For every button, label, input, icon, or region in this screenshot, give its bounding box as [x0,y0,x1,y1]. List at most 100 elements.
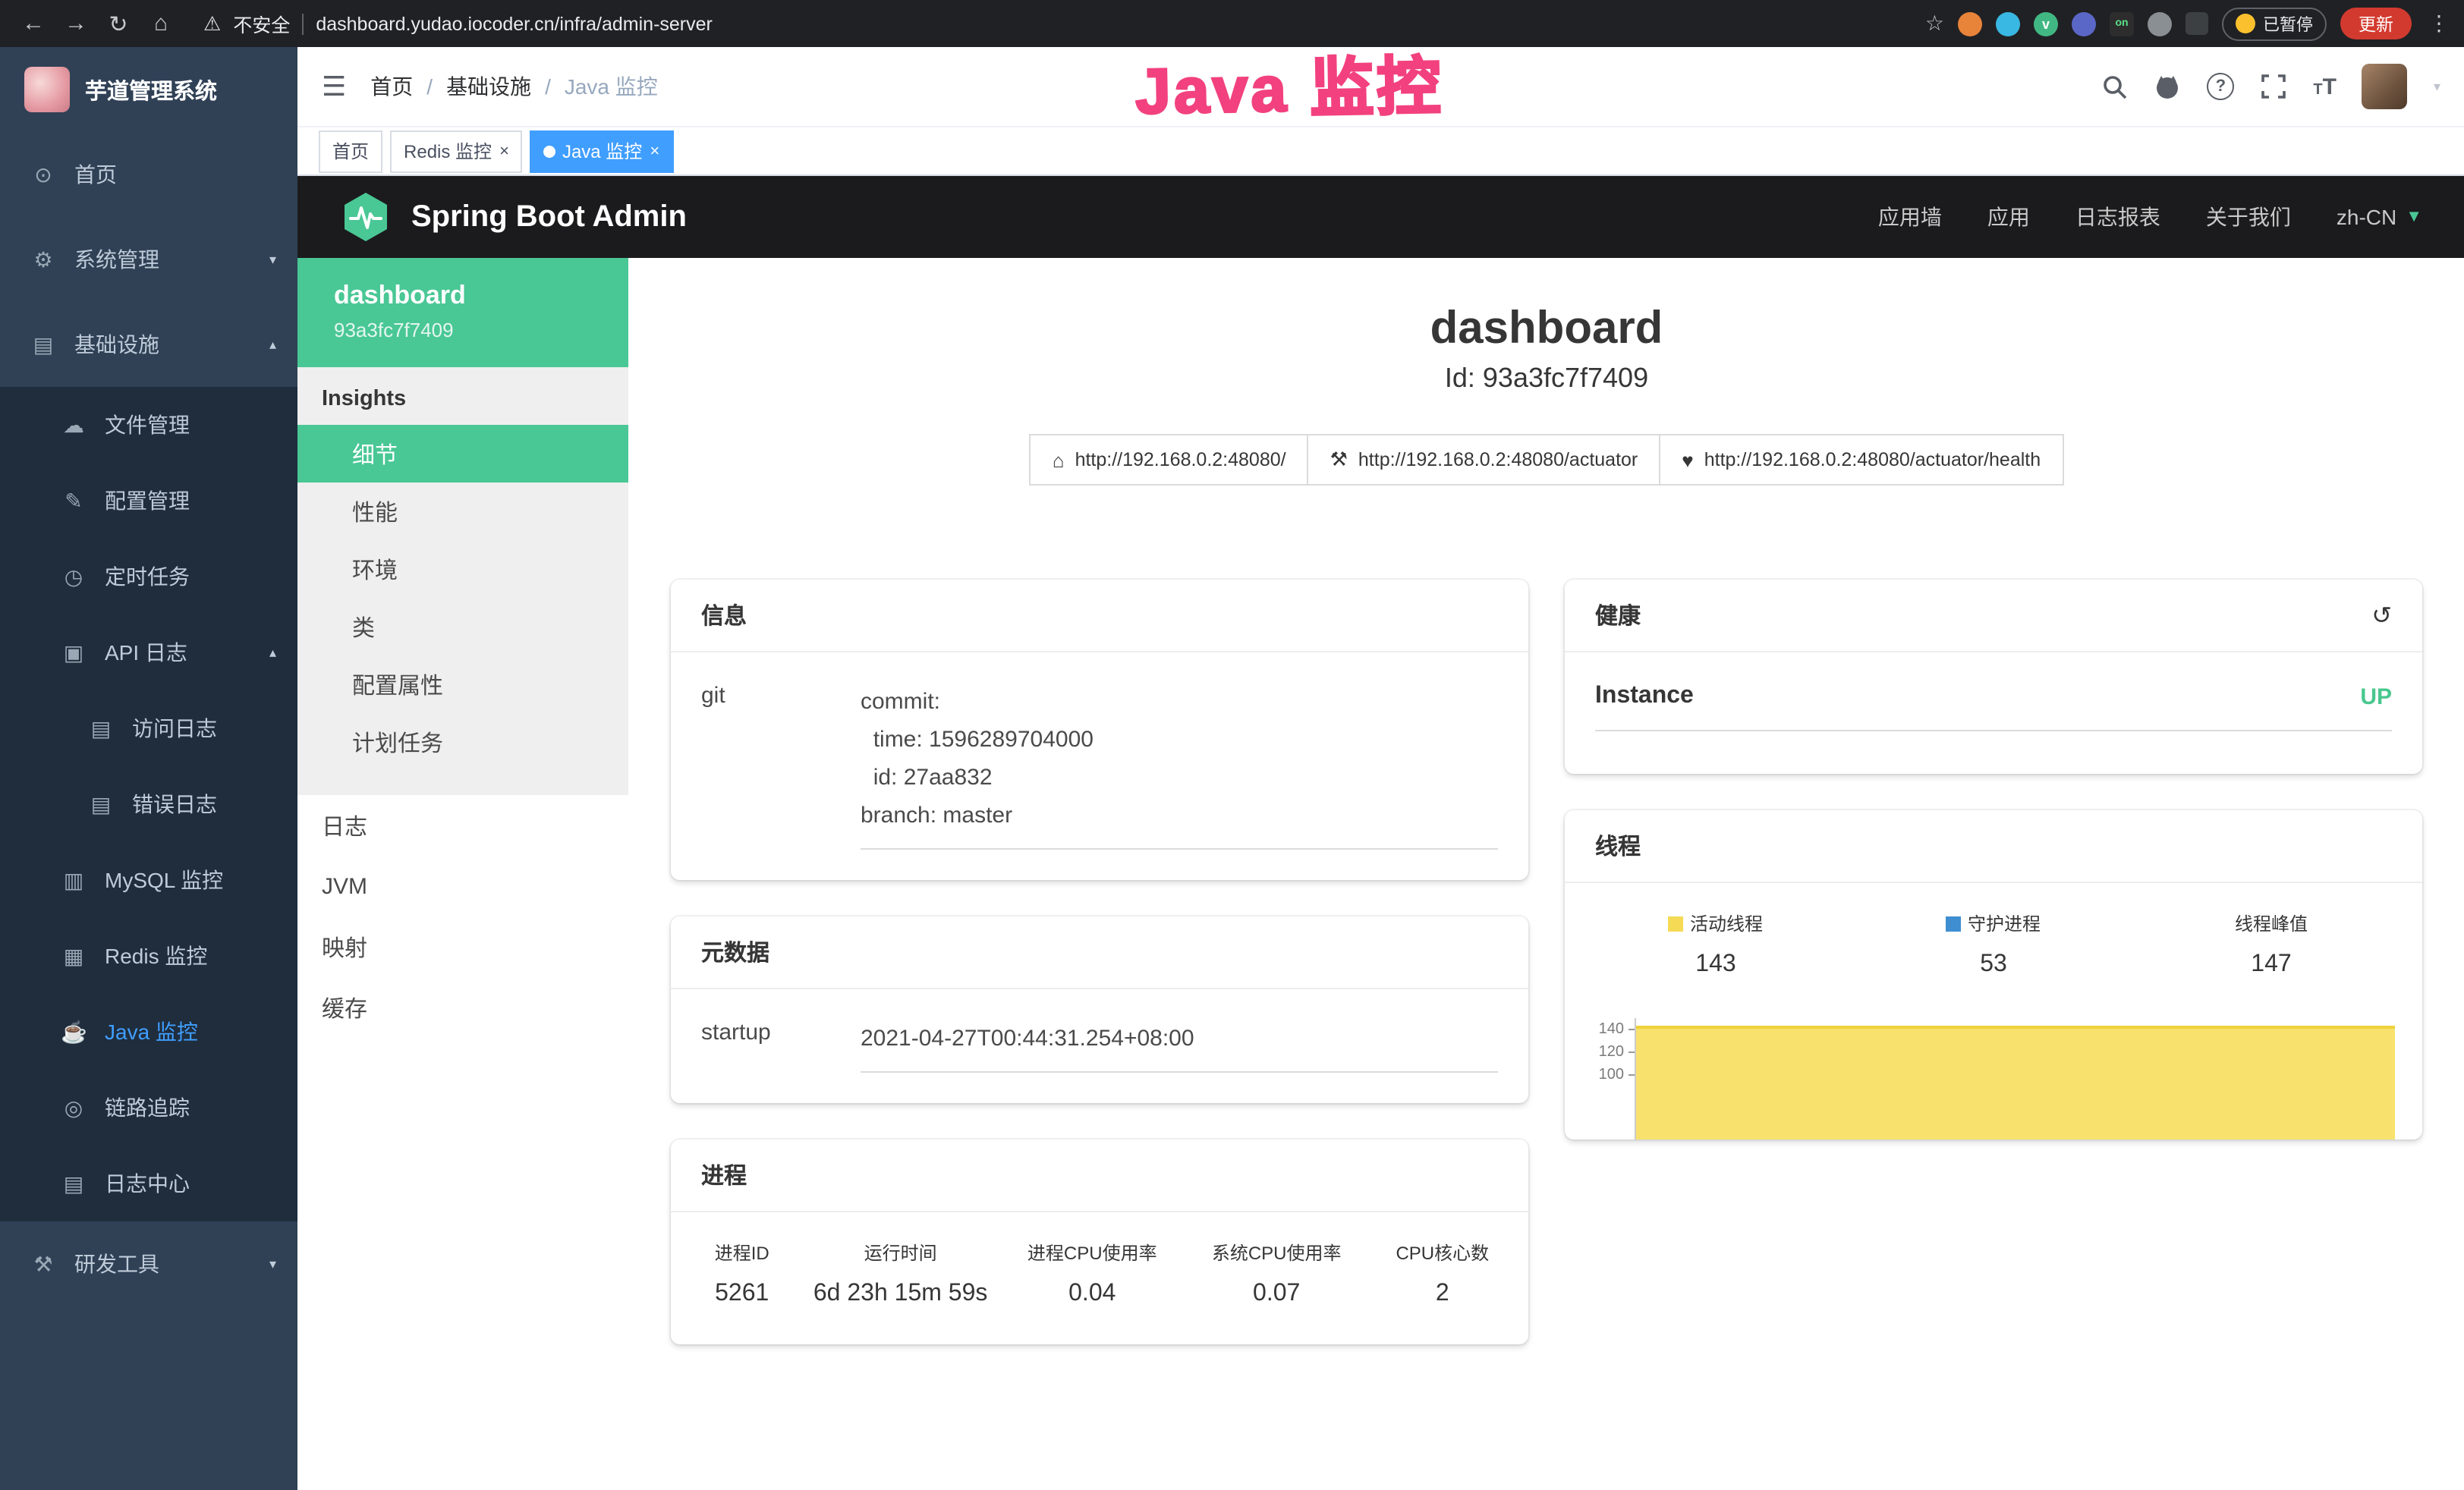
sidebar-item-redis[interactable]: ▦ Redis 监控 [0,918,297,994]
java-icon: ☕ [61,1019,87,1045]
threads-card-title: 线程 [1595,830,1641,862]
sidebar-item-trace[interactable]: ◎ 链路追踪 [0,1070,297,1146]
extension-orange-icon[interactable] [1958,11,1982,36]
stat-daemon-threads: 守护进程 53 [1855,910,2132,979]
hamburger-icon[interactable]: ☰ [322,71,346,102]
sba-sidebar: dashboard 93a3fc7f7409 Insights 细节 性能 环境… [297,258,628,1490]
info-card: 信息 git commit: time: 1596289704000 id: 2… [671,580,1528,880]
sidebar-item-dev-tools[interactable]: ⚒ 研发工具 ▾ [0,1221,297,1306]
pink-annotation: Java 监控 [1134,35,1444,133]
instance-header[interactable]: dashboard 93a3fc7f7409 [297,258,628,367]
sba-item-details[interactable]: 细节 [297,425,628,483]
tab-home[interactable]: 首页 [319,130,382,172]
app-logo-row[interactable]: 芋道管理系统 [0,47,297,132]
extension-grid-icon[interactable] [2072,11,2096,36]
breadcrumb-separator: / [426,74,433,99]
extensions-puzzle-icon[interactable] [2186,12,2208,35]
actuator-url-link[interactable]: ⚒ http://192.168.0.2:48080/actuator [1308,434,1661,486]
fullscreen-icon[interactable] [2260,73,2287,100]
stat-cpu-cores: CPU核心数 2 [1369,1240,1516,1308]
extension-pin-icon[interactable] [2148,11,2172,36]
sba-brand[interactable]: Spring Boot Admin [411,200,687,234]
status-badge: UP [2360,684,2392,709]
home-button[interactable]: ⌂ [143,5,179,42]
sba-item-classes[interactable]: 类 [297,598,628,655]
update-button[interactable]: 更新 [2340,8,2412,39]
close-icon[interactable]: × [650,142,659,160]
sidebar-item-access-log[interactable]: ▤ 访问日志 [0,690,297,766]
sidebar-item-config[interactable]: ✎ 配置管理 [0,463,297,539]
infrastructure-icon: ▤ [30,332,56,357]
address-bar[interactable]: ⚠ 不安全 dashboard.yudao.iocoder.cn/infra/a… [203,9,713,38]
sba-nav-journal[interactable]: 日志报表 [2075,202,2160,232]
extension-switch-icon[interactable]: on [2110,11,2134,36]
help-icon[interactable]: ? [2207,73,2234,100]
paused-badge[interactable]: 已暂停 [2222,7,2327,40]
metadata-key: startup [701,1020,861,1073]
tab-redis[interactable]: Redis 监控 × [390,130,523,172]
sba-item-logs[interactable]: 日志 [297,795,628,856]
dashboard-icon: ⊙ [30,162,56,187]
cloud-icon: ☁ [61,412,87,438]
threads-chart: 140 120 100 [1565,1015,2422,1140]
sba-item-metrics[interactable]: 性能 [297,483,628,540]
log-center-icon: ▤ [61,1171,87,1196]
chevron-up-icon: ▴ [269,336,276,353]
sba-nav-applications[interactable]: 应用 [1987,202,2030,232]
process-stats: 进程ID 5261 运行时间 6d 23h 15m 59s 进程CPU使用率 [671,1212,1528,1344]
font-size-icon[interactable]: TT [2313,74,2337,99]
infrastructure-submenu: ☁ 文件管理 ✎ 配置管理 ◷ 定时任务 ▣ API 日志 ▴ ▤ [0,387,297,1221]
breadcrumb-infrastructure[interactable]: 基础设施 [446,71,531,102]
history-icon[interactable]: ↺ [2371,600,2392,630]
url-separator [302,13,304,34]
sba-item-configprops[interactable]: 配置属性 [297,655,628,713]
sidebar-item-system[interactable]: ⚙ 系统管理 ▾ [0,217,297,302]
profile-face-icon [2236,14,2255,33]
sidebar-item-api-log[interactable]: ▣ API 日志 ▴ [0,615,297,690]
service-url-link[interactable]: ⌂ http://192.168.0.2:48080/ [1030,434,1309,486]
sidebar-item-files[interactable]: ☁ 文件管理 [0,387,297,463]
browser-menu-icon[interactable]: ⋮ [2428,11,2450,36]
chevron-down-icon[interactable]: ▾ [2434,78,2440,95]
threads-card: 线程 活动线程 143 守护进程 53 [1565,810,2422,1140]
extension-vue-icon[interactable]: v [2034,11,2058,36]
search-icon[interactable] [2101,73,2128,100]
info-key: git [701,683,861,850]
close-icon[interactable]: × [499,142,509,160]
sba-item-mappings[interactable]: 映射 [297,916,628,977]
insights-group: Insights 细节 性能 环境 类 配置属性 计划任务 [297,367,628,795]
extension-drop-icon[interactable] [1996,11,2020,36]
live-threads-area [1636,1026,2395,1140]
stat-live-threads: 活动线程 143 [1577,910,1855,979]
sidebar-item-log-center[interactable]: ▤ 日志中心 [0,1146,297,1221]
reload-button[interactable]: ↻ [100,5,137,42]
tab-java-active[interactable]: Java 监控 × [530,130,673,172]
github-icon[interactable] [2154,73,2181,100]
sidebar-item-home[interactable]: ⊙ 首页 [0,132,297,217]
wrench-icon: ⚒ [1330,448,1348,472]
sba-item-scheduled-tasks[interactable]: 计划任务 [297,713,628,771]
sidebar-item-infrastructure[interactable]: ▤ 基础设施 ▴ [0,302,297,387]
sba-item-jvm[interactable]: JVM [297,856,628,916]
stat-uptime: 运行时间 6d 23h 15m 59s [801,1240,999,1308]
bookmark-star-icon[interactable]: ☆ [1925,11,1944,36]
blue-legend-icon [1946,916,1962,932]
health-url-link[interactable]: ♥ http://192.168.0.2:48080/actuator/heal… [1659,434,2063,486]
sidebar-item-error-log[interactable]: ▤ 错误日志 [0,766,297,842]
back-button[interactable]: ← [15,5,52,42]
health-card-title: 健康 [1595,599,1641,631]
sidebar-item-jobs[interactable]: ◷ 定时任务 [0,539,297,615]
health-row[interactable]: Instance UP [1595,683,2392,731]
sidebar-item-java[interactable]: ☕ Java 监控 [0,994,297,1070]
user-avatar[interactable] [2362,64,2408,109]
sba-item-caches[interactable]: 缓存 [297,977,628,1038]
sba-item-environment[interactable]: 环境 [297,540,628,598]
sba-nav-about[interactable]: 关于我们 [2206,202,2291,232]
locale-selector[interactable]: zh-CN ▼ [2337,205,2422,229]
breadcrumb-home[interactable]: 首页 [370,71,413,102]
breadcrumb-current: Java 监控 [565,71,658,102]
sba-nav-wallboard[interactable]: 应用墙 [1878,202,1942,232]
info-value: commit: time: 1596289704000 id: 27aa832 … [861,683,1498,850]
sidebar-item-mysql[interactable]: ▥ MySQL 监控 [0,842,297,918]
forward-button[interactable]: → [58,5,94,42]
